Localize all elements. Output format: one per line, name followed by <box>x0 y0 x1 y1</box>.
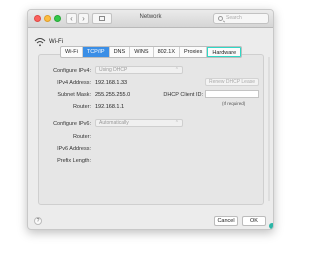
chevron-updown-icon: ⌃ <box>174 120 179 126</box>
configure-ipv4-value: Using DHCP <box>99 67 128 73</box>
resize-handle[interactable] <box>269 223 273 229</box>
help-button[interactable]: ? <box>34 217 42 225</box>
tab-tcpip[interactable]: TCP/IP <box>82 47 110 57</box>
tab-proxies[interactable]: Proxies <box>180 47 208 57</box>
network-window: ‹ › Network Search Wi-Fi Wi-Fi TCP/IP DN… <box>27 9 274 230</box>
wifi-icon <box>34 38 46 47</box>
search-field[interactable]: Search <box>213 13 269 24</box>
ipv4-address-value: 192.168.1.33 <box>95 80 128 86</box>
ipv4-address-label: IPv4 Address: <box>57 80 91 86</box>
ipv6-address-label: IPv6 Address: <box>57 146 91 152</box>
configure-ipv6-select[interactable]: Automatically ⌃ <box>95 119 183 127</box>
prefix-length-label: Prefix Length: <box>57 158 91 164</box>
tab-dns[interactable]: DNS <box>110 47 131 57</box>
scrollbar[interactable] <box>267 55 271 203</box>
tab-8021x[interactable]: 802.1X <box>154 47 180 57</box>
tab-wins[interactable]: WINS <box>130 47 154 57</box>
configure-ipv6-label: Configure IPv6: <box>53 121 91 127</box>
search-placeholder: Search <box>226 15 242 21</box>
ipv4-router-value: 192.168.1.1 <box>95 104 125 110</box>
subnet-mask-value: 255.255.255.0 <box>95 92 131 98</box>
tab-bar: Wi-Fi TCP/IP DNS WINS 802.1X Proxies Har… <box>60 46 243 58</box>
title-bar: ‹ › Network Search <box>28 10 273 28</box>
service-name: Wi-Fi <box>49 39 63 45</box>
renew-dhcp-button[interactable]: Renew DHCP Lease <box>205 78 259 86</box>
configure-ipv6-value: Automatically <box>99 120 129 126</box>
tab-hardware[interactable]: Hardware <box>207 47 242 57</box>
dhcp-client-id-label: DHCP Client ID: <box>163 92 203 98</box>
settings-panel <box>38 54 264 205</box>
search-icon <box>218 16 223 21</box>
tab-wifi[interactable]: Wi-Fi <box>61 47 83 57</box>
subnet-mask-label: Subnet Mask: <box>57 92 91 98</box>
dhcp-client-id-field[interactable] <box>205 90 259 98</box>
dhcp-client-id-hint: (If required) <box>222 101 246 106</box>
configure-ipv4-select[interactable]: Using DHCP ⌃ <box>95 66 183 74</box>
configure-ipv4-label: Configure IPv4: <box>53 68 91 74</box>
chevron-updown-icon: ⌃ <box>174 67 179 73</box>
ok-button[interactable]: OK <box>242 216 266 226</box>
ipv4-router-label: Router: <box>72 104 91 110</box>
ipv6-router-label: Router: <box>72 134 91 140</box>
cancel-button[interactable]: Cancel <box>214 216 238 226</box>
